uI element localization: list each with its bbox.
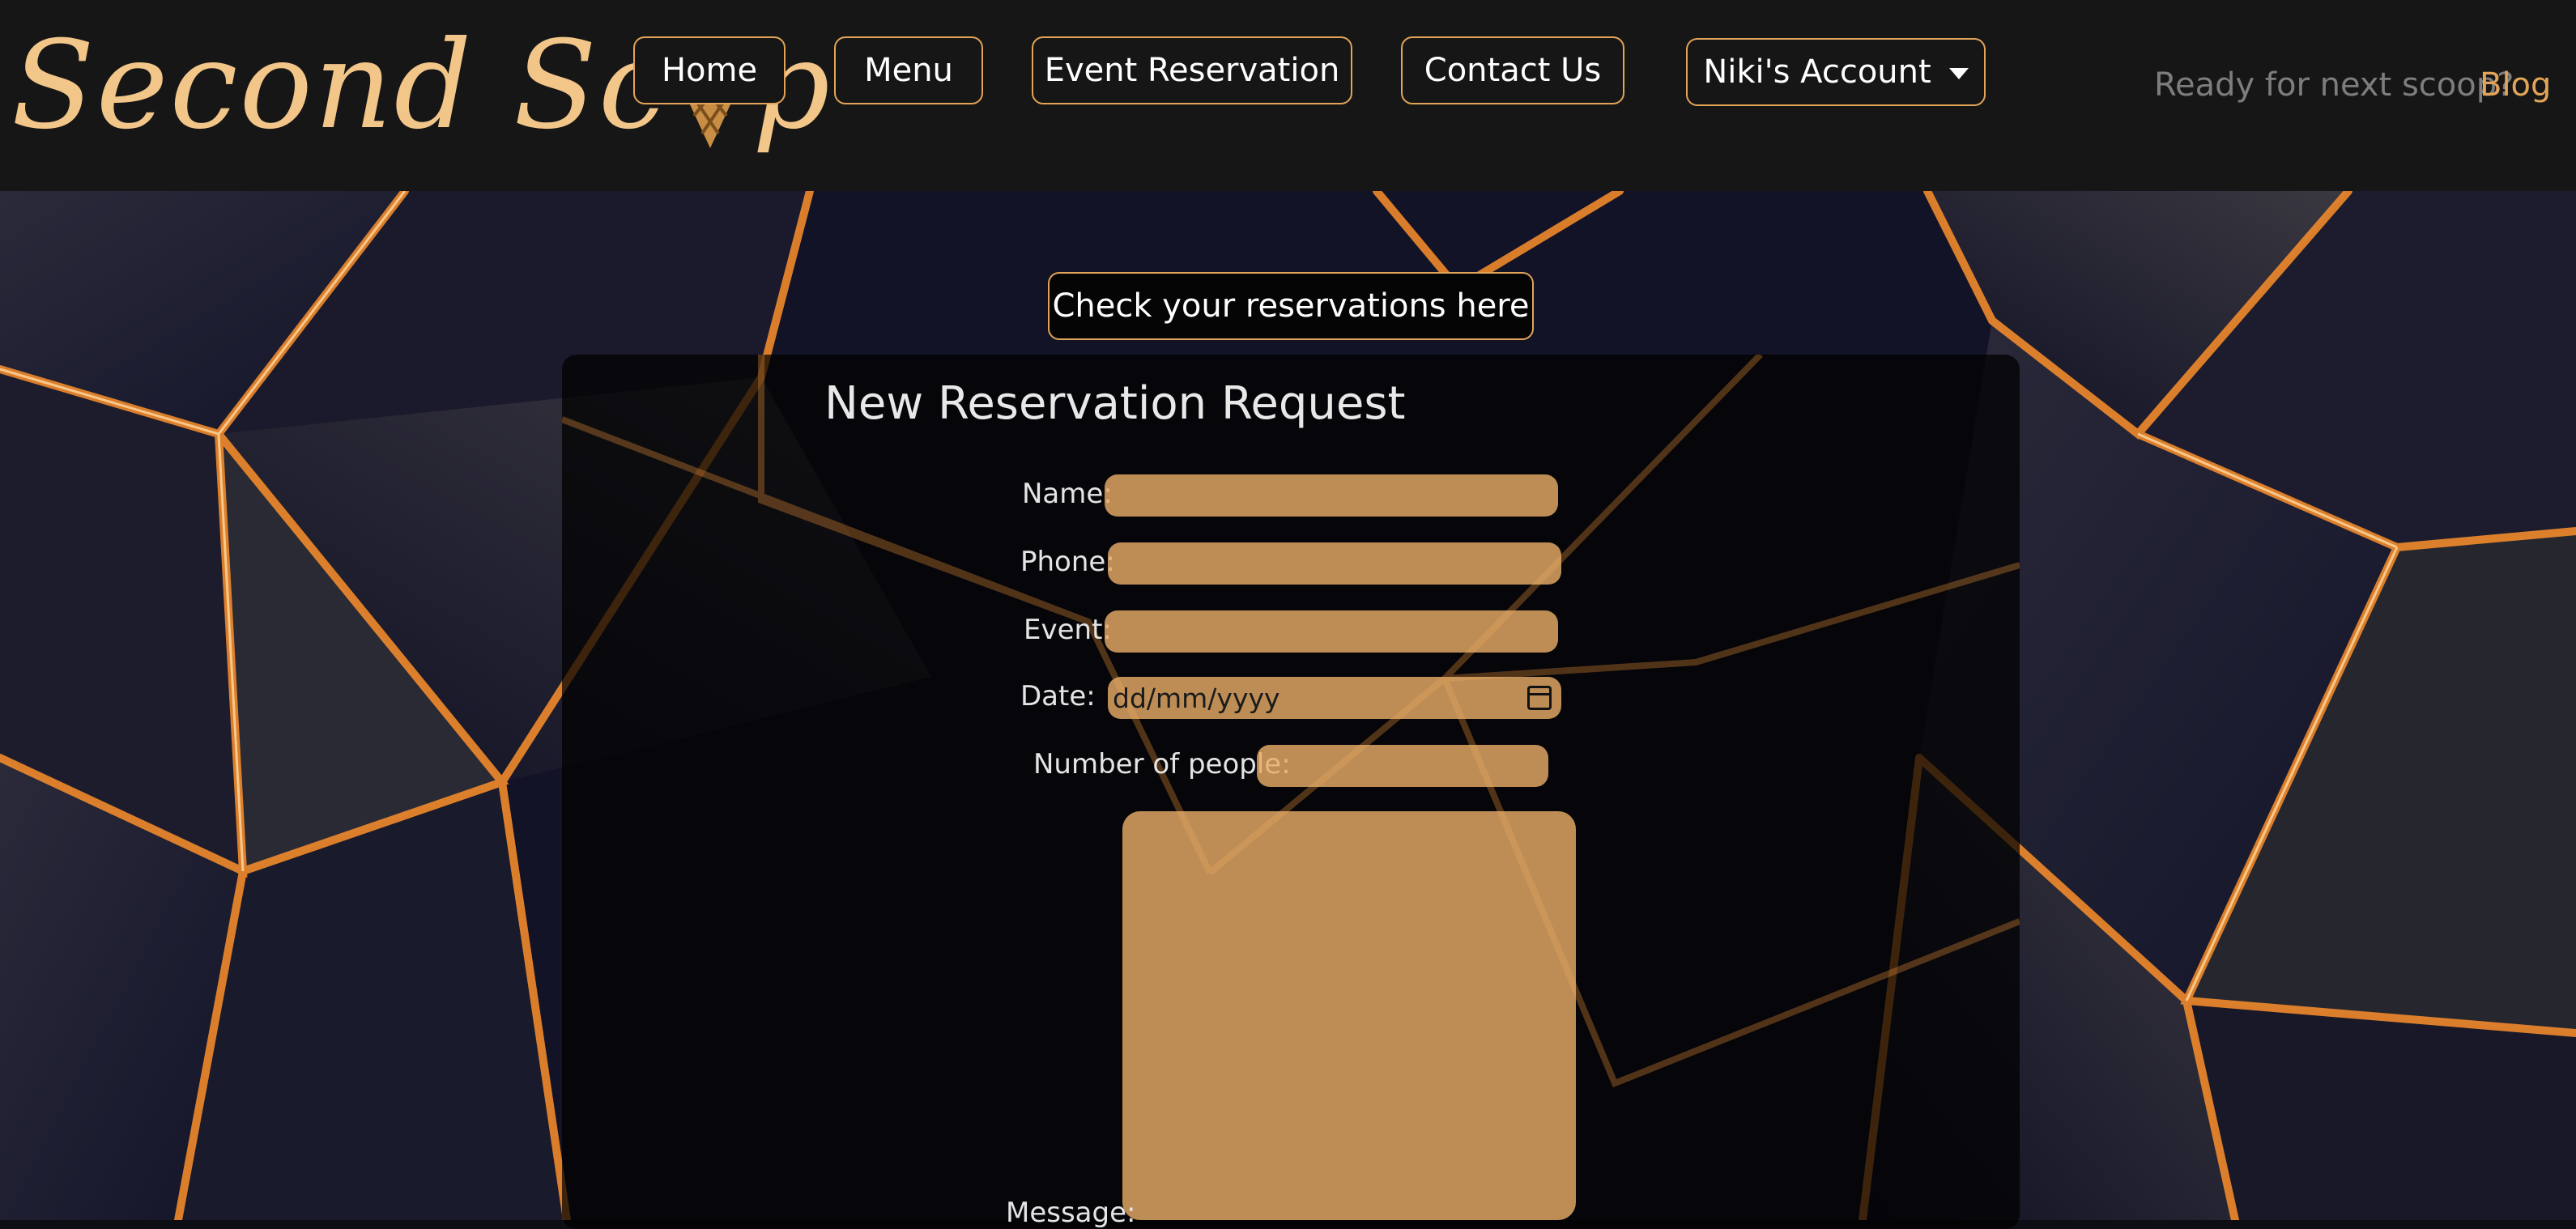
phone-field[interactable]: [1108, 542, 1561, 585]
nav-menu-button[interactable]: Menu: [834, 36, 983, 104]
account-label: Niki's Account: [1703, 53, 1931, 91]
date-field[interactable]: dd/mm/yyyy: [1108, 677, 1561, 719]
phone-label: Phone:: [1020, 546, 1115, 578]
nav-home-button[interactable]: Home: [633, 36, 786, 104]
message-label: Message:: [1006, 1197, 1136, 1229]
message-textarea[interactable]: [1122, 811, 1576, 1220]
account-dropdown-button[interactable]: Niki's Account: [1686, 38, 1986, 106]
number-of-people-label: Number of people:: [1033, 748, 1291, 780]
nav-event-reservation-button[interactable]: Event Reservation: [1032, 36, 1352, 104]
brand-name-part1: Second Sc: [11, 15, 668, 156]
navbar: Second Sc p Home Menu Event Reservation …: [0, 0, 2576, 191]
brand-logo[interactable]: Second Sc p: [11, 15, 830, 157]
check-reservations-button[interactable]: Check your reservations here: [1048, 272, 1534, 340]
nav-contact-us-button[interactable]: Contact Us: [1401, 36, 1624, 104]
blog-link[interactable]: Blog: [2480, 66, 2551, 104]
event-field[interactable]: [1105, 610, 1558, 653]
tagline: Ready for next scoop?: [2154, 66, 2514, 104]
caret-down-icon: [1948, 68, 1969, 79]
form-title: New Reservation Request: [824, 377, 1406, 430]
number-of-people-field[interactable]: [1257, 745, 1548, 787]
name-label: Name:: [1022, 478, 1113, 510]
date-placeholder: dd/mm/yyyy: [1113, 682, 1280, 714]
name-field[interactable]: [1105, 474, 1558, 517]
date-label: Date:: [1020, 680, 1096, 712]
event-label: Event:: [1024, 614, 1112, 646]
calendar-icon[interactable]: [1527, 686, 1552, 710]
